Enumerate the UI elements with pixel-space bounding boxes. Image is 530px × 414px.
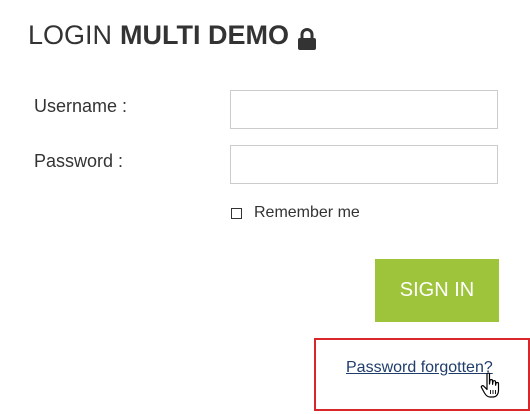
lock-icon — [297, 24, 317, 50]
title-light: LOGIN — [28, 20, 113, 50]
sign-in-button[interactable]: SIGN IN — [375, 259, 499, 322]
hand-cursor-icon — [480, 372, 502, 400]
password-label: Password : — [34, 151, 124, 171]
password-forgotten-link[interactable]: Password forgotten? — [346, 358, 493, 378]
remember-label: Remember me — [254, 204, 360, 221]
password-field[interactable] — [230, 145, 498, 184]
page-title: LOGIN MULTI DEMO — [28, 18, 317, 52]
remember-me[interactable]: Remember me — [231, 204, 360, 222]
username-label: Username : — [34, 96, 128, 116]
login-page: LOGIN MULTI DEMO Username : Password : R… — [0, 0, 530, 414]
username-field[interactable] — [230, 90, 498, 129]
remember-checkbox[interactable] — [231, 207, 242, 219]
title-bold: MULTI DEMO — [120, 20, 290, 50]
